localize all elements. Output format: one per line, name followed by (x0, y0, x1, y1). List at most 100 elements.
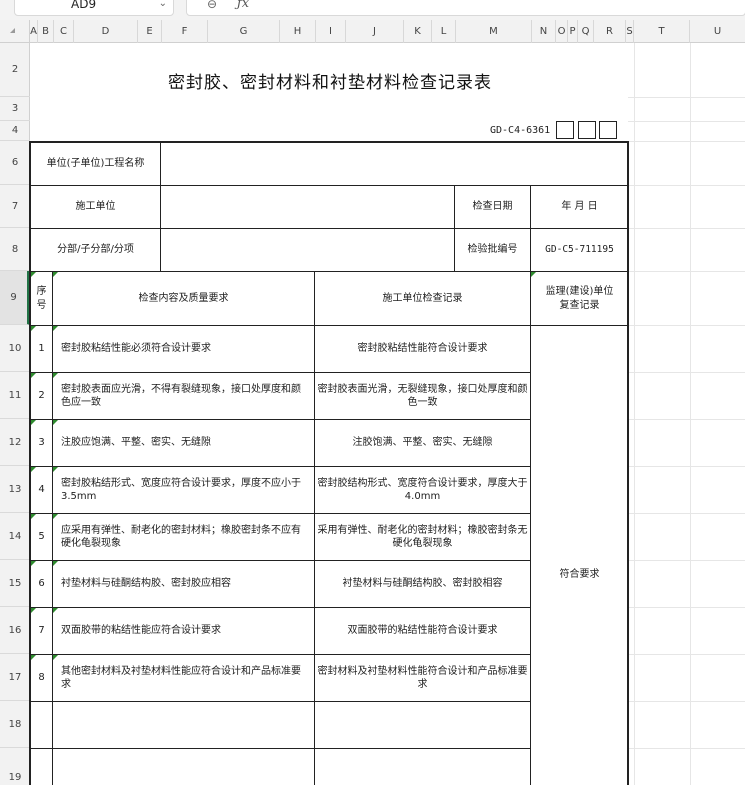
col-header-d[interactable]: D (74, 20, 138, 43)
item-requirement[interactable]: 密封胶表面应光滑，不得有裂缝现象，接口处厚度和颜色应一致 (52, 372, 315, 420)
batch-label: 检验批编号 (454, 228, 531, 272)
item-no (30, 748, 53, 785)
col-header-s[interactable]: S (626, 20, 634, 43)
sheet-title: 密封胶、密封材料和衬垫材料检查记录表 (168, 73, 492, 93)
project-label: 单位(子单位)工程名称 (30, 142, 161, 186)
col-header-m[interactable]: M (456, 20, 532, 43)
chevron-down-icon[interactable]: ⌄ (159, 0, 167, 13)
item-no: 5 (30, 513, 53, 561)
col-header-t[interactable]: T (634, 20, 690, 43)
item-record[interactable]: 密封材料及衬垫材料性能符合设计和产品标准要求 (314, 654, 531, 702)
form-code: GD-C4-6361 (490, 125, 551, 136)
supervision-result[interactable]: 符合要求 (530, 325, 629, 785)
row-header-11[interactable]: 11 (0, 372, 30, 419)
row-header: 2 3 4 6 7 8 9 10 11 12 13 14 15 16 17 18… (0, 43, 30, 785)
item-record[interactable]: 密封胶粘结性能符合设计要求 (314, 325, 531, 373)
item-no: 7 (30, 607, 53, 655)
code-box-3[interactable] (599, 121, 617, 139)
supervision-header: 监理(建设)单位复查记录 (530, 271, 629, 326)
item-requirement[interactable]: 衬垫材料与硅酮结构胶、密封胶应相容 (52, 560, 315, 608)
formula-input[interactable]: ⊖ ƒx (186, 0, 745, 16)
project-value[interactable] (160, 142, 629, 186)
col-header-k[interactable]: K (404, 20, 432, 43)
col-header-a[interactable]: A (30, 20, 38, 43)
col-header-h[interactable]: H (280, 20, 316, 43)
division-value[interactable] (160, 228, 455, 272)
code-box-1[interactable] (556, 121, 574, 139)
check-date-label: 检查日期 (454, 185, 531, 229)
item-no: 8 (30, 654, 53, 702)
col-header-l[interactable]: L (432, 20, 456, 43)
inspection-form: 单位(子单位)工程名称 施工单位 检查日期 年 月 日 分部/子分部/分项 检验… (30, 142, 629, 785)
name-box[interactable]: AD9 ⌄ (14, 0, 174, 16)
item-no: 2 (30, 372, 53, 420)
item-record[interactable] (314, 748, 531, 785)
contractor-label: 施工单位 (30, 185, 161, 229)
item-requirement[interactable]: 双面胶带的粘结性能应符合设计要求 (52, 607, 315, 655)
item-record[interactable]: 衬垫材料与硅酮结构胶、密封胶相容 (314, 560, 531, 608)
row-header-3[interactable]: 3 (0, 97, 30, 121)
col-header-o[interactable]: O (556, 20, 568, 43)
select-all-corner[interactable] (0, 20, 30, 43)
seq-header: 序号 (30, 271, 53, 326)
col-header-n[interactable]: N (532, 20, 556, 43)
col-header-j[interactable]: J (346, 20, 404, 43)
item-requirement[interactable] (52, 701, 315, 749)
col-header-g[interactable]: G (208, 20, 280, 43)
column-header: A B C D E F G H I J K L M N O P Q R S T … (0, 20, 745, 43)
item-requirement[interactable]: 密封胶粘结性能必须符合设计要求 (52, 325, 315, 373)
division-label: 分部/子分部/分项 (30, 228, 161, 272)
row-header-14[interactable]: 14 (0, 513, 30, 560)
col-header-r[interactable]: R (594, 20, 626, 43)
item-requirement[interactable]: 应采用有弹性、耐老化的密封材料；橡胶密封条不应有硬化龟裂现象 (52, 513, 315, 561)
col-header-b[interactable]: B (38, 20, 54, 43)
item-no (30, 701, 53, 749)
item-no: 4 (30, 466, 53, 514)
row-header-19[interactable]: 19 (0, 748, 30, 785)
record-header: 施工单位检查记录 (314, 271, 531, 326)
col-header-u[interactable]: U (690, 20, 745, 43)
item-no: 3 (30, 419, 53, 467)
row-header-2[interactable]: 2 (0, 43, 30, 97)
requirement-header: 检查内容及质量要求 (52, 271, 315, 326)
row-header-12[interactable]: 12 (0, 419, 30, 466)
item-requirement[interactable]: 其他密封材料及衬垫材料性能应符合设计和产品标准要求 (52, 654, 315, 702)
row-header-6[interactable]: 6 (0, 141, 30, 185)
batch-value[interactable]: GD-C5-711195 (530, 228, 629, 272)
col-header-p[interactable]: P (568, 20, 578, 43)
row-header-4[interactable]: 4 (0, 121, 30, 141)
item-requirement[interactable]: 注胶应饱满、平整、密实、无缝隙 (52, 419, 315, 467)
select-all-icon (10, 28, 15, 33)
name-box-value: AD9 (71, 0, 97, 11)
row-header-10[interactable]: 10 (0, 325, 30, 372)
row-header-16[interactable]: 16 (0, 607, 30, 654)
row-header-7[interactable]: 7 (0, 185, 30, 228)
col-header-e[interactable]: E (138, 20, 162, 43)
col-header-f[interactable]: F (162, 20, 208, 43)
item-record[interactable]: 采用有弹性、耐老化的密封材料；橡胶密封条无硬化龟裂现象 (314, 513, 531, 561)
col-header-i[interactable]: I (316, 20, 346, 43)
code-box-2[interactable] (578, 121, 596, 139)
item-no: 6 (30, 560, 53, 608)
item-requirement[interactable]: 密封胶粘结形式、宽度应符合设计要求，厚度不应小于3.5mm (52, 466, 315, 514)
row-header-8[interactable]: 8 (0, 228, 30, 271)
item-record[interactable]: 密封胶表面光滑，无裂缝现象，接口处厚度和颜色一致 (314, 372, 531, 420)
item-record[interactable]: 双面胶带的粘结性能符合设计要求 (314, 607, 531, 655)
magnifier-icon[interactable]: ⊖ (207, 0, 217, 11)
item-record[interactable]: 密封胶结构形式、宽度符合设计要求，厚度大于4.0mm (314, 466, 531, 514)
item-record[interactable] (314, 701, 531, 749)
row-header-15[interactable]: 15 (0, 560, 30, 607)
check-date-value[interactable]: 年 月 日 (530, 185, 629, 229)
row-header-13[interactable]: 13 (0, 466, 30, 513)
col-header-c[interactable]: C (54, 20, 74, 43)
item-requirement[interactable] (52, 748, 315, 785)
formula-bar: AD9 ⌄ ⊖ ƒx (0, 0, 745, 20)
fx-icon[interactable]: ƒx (237, 0, 249, 11)
row-header-9[interactable]: 9 (0, 271, 30, 325)
col-header-q[interactable]: Q (578, 20, 594, 43)
item-record[interactable]: 注胶饱满、平整、密实、无缝隙 (314, 419, 531, 467)
item-no: 1 (30, 325, 53, 373)
row-header-18[interactable]: 18 (0, 701, 30, 748)
row-header-17[interactable]: 17 (0, 654, 30, 701)
contractor-value[interactable] (160, 185, 455, 229)
